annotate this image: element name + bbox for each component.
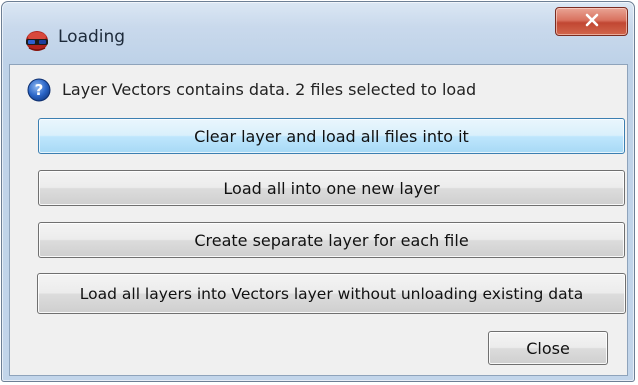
create-separate-layers-button[interactable]: Create separate layer for each file: [38, 222, 625, 258]
clear-layer-and-load-button[interactable]: Clear layer and load all files into it: [38, 118, 625, 154]
question-icon: ?: [27, 78, 51, 102]
info-message: Layer Vectors contains data. 2 files sel…: [62, 80, 477, 99]
dialog-body: [9, 64, 628, 376]
title-bar[interactable]: Loading: [2, 2, 634, 52]
window-title: Loading: [58, 27, 126, 47]
svg-text:?: ?: [35, 81, 44, 99]
load-into-one-new-layer-button[interactable]: Load all into one new layer: [38, 170, 625, 206]
close-icon: [584, 12, 600, 31]
close-button[interactable]: Close: [488, 331, 608, 365]
load-into-existing-layer-button[interactable]: Load all layers into Vectors layer witho…: [37, 273, 626, 314]
3d-glasses-icon: [25, 28, 49, 52]
window-close-button[interactable]: [555, 7, 628, 36]
